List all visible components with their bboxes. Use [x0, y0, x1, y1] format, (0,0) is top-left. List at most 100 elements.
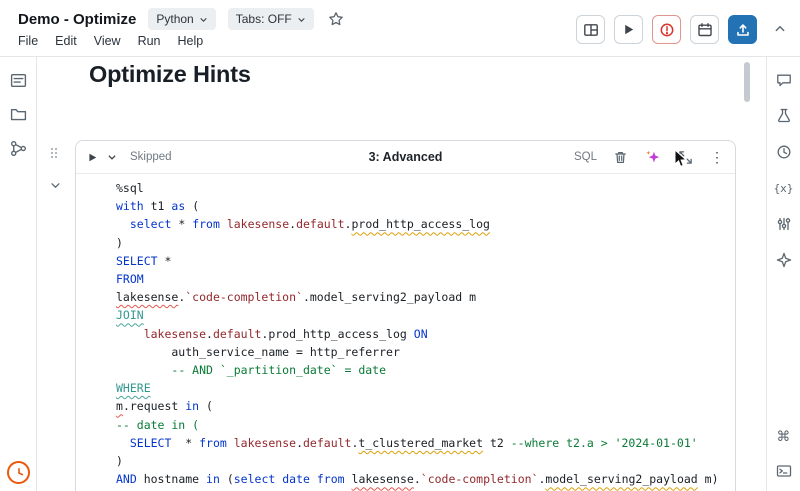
run-all-button[interactable] — [614, 15, 643, 44]
code-line[interactable]: ) — [116, 234, 727, 252]
alert-stop-icon — [659, 22, 675, 38]
menu-file[interactable]: File — [18, 34, 38, 48]
tabs-selector-label: Tabs: OFF — [236, 12, 292, 26]
menu-bar: File Edit View Run Help — [18, 34, 203, 48]
layout-button[interactable] — [576, 15, 605, 44]
menu-help[interactable]: Help — [178, 34, 204, 48]
tabs-selector[interactable]: Tabs: OFF — [228, 8, 314, 30]
title-row: Demo - Optimize Python Tabs: OFF — [18, 8, 346, 30]
code-line[interactable]: -- AND `_partition_date` = date — [116, 361, 727, 379]
sparkle-outline-icon — [776, 252, 792, 268]
cell-drag-handle[interactable] — [51, 148, 59, 160]
sidebar-item-lineage[interactable] — [6, 138, 30, 158]
history-clock-icon — [776, 144, 792, 160]
code-line[interactable]: SELECT * — [116, 252, 727, 270]
vertical-scrollbar[interactable] — [744, 62, 750, 102]
cell-header-left: Skipped — [86, 151, 172, 164]
page-title: Optimize Hints — [89, 61, 766, 88]
code-editor[interactable]: %sqlwith t1 as ( select * from lakesense… — [76, 174, 735, 491]
folder-icon — [10, 106, 27, 123]
code-line[interactable]: lakesense.default.prod_http_access_log O… — [116, 325, 727, 343]
language-selector[interactable]: Python — [148, 8, 215, 30]
terminal-icon — [776, 463, 792, 479]
left-sidebar — [0, 57, 37, 491]
code-line[interactable]: auth_service_name = http_referrer — [116, 343, 727, 361]
calendar-icon — [697, 22, 713, 38]
top-bar: Demo - Optimize Python Tabs: OFF File Ed… — [0, 0, 800, 57]
code-line[interactable]: m.request in ( — [116, 397, 727, 415]
chevron-down-icon — [297, 15, 306, 24]
sidebar-item-toc[interactable] — [6, 70, 30, 90]
code-line[interactable]: select * from lakesense.default.prod_htt… — [116, 215, 727, 233]
sidebar-item-workspace[interactable] — [6, 104, 30, 124]
command-icon: ⌘ — [777, 429, 791, 445]
layout-grid-icon — [583, 22, 599, 38]
cell-language-badge[interactable]: SQL — [574, 151, 597, 163]
chevron-down-icon — [107, 152, 117, 162]
expand-cell-button[interactable] — [677, 149, 694, 166]
sidebar-item-comments[interactable] — [772, 70, 796, 90]
share-button[interactable] — [728, 15, 757, 44]
menu-edit[interactable]: Edit — [55, 34, 77, 48]
collapse-header-button[interactable] — [772, 21, 788, 37]
chevron-up-icon — [774, 23, 786, 35]
delete-cell-button[interactable] — [612, 149, 629, 166]
sidebar-item-shortcuts[interactable]: ⌘ — [772, 427, 796, 447]
expand-icon — [678, 150, 693, 165]
assistant-cell-button[interactable] — [644, 148, 662, 166]
run-cell-button[interactable] — [86, 151, 99, 164]
notebook-app: Demo - Optimize Python Tabs: OFF File Ed… — [0, 0, 800, 491]
notebook-panel-icon — [10, 72, 27, 89]
sidebar-item-environment[interactable] — [772, 214, 796, 234]
code-line[interactable]: %sql — [116, 179, 727, 197]
comment-icon — [776, 72, 792, 88]
notebook-title[interactable]: Demo - Optimize — [18, 11, 136, 28]
trash-icon — [613, 150, 628, 165]
code-line[interactable]: lakesense.`code-completion`.model_servin… — [116, 288, 727, 306]
recording-indicator — [7, 461, 30, 484]
sidebar-item-assistant[interactable] — [772, 250, 796, 270]
sidebar-item-history[interactable] — [772, 142, 796, 162]
right-sidebar: {x} ⌘ — [766, 57, 800, 491]
menu-view[interactable]: View — [94, 34, 121, 48]
share-upload-icon — [735, 22, 751, 38]
code-line[interactable]: AND hostname in (select date from lakese… — [116, 470, 727, 488]
kebab-menu-icon: ⋮ — [710, 150, 724, 164]
cell-container: Skipped 3: Advanced SQL — [75, 140, 736, 491]
toolbar — [576, 15, 757, 44]
cell-run-status: Skipped — [130, 151, 172, 163]
notebook-cell: Skipped 3: Advanced SQL — [75, 140, 736, 491]
code-line[interactable]: ) — [116, 452, 727, 470]
cell-collapse-chevron[interactable] — [48, 178, 63, 193]
star-icon — [328, 11, 344, 27]
play-icon — [87, 152, 98, 163]
sidebar-item-terminal[interactable] — [772, 461, 796, 481]
play-icon — [621, 22, 636, 37]
code-line[interactable]: FROM — [116, 270, 727, 288]
favorite-button[interactable] — [326, 9, 346, 29]
code-line[interactable]: SELECT * from lakesense.default.t_cluste… — [116, 434, 727, 452]
sidebar-item-experiments[interactable] — [772, 106, 796, 126]
variables-icon: {x} — [774, 182, 794, 195]
notebook-canvas: Optimize Hints Skippe — [37, 57, 766, 491]
interrupt-button[interactable] — [652, 15, 681, 44]
sliders-icon — [776, 216, 792, 232]
language-selector-label: Python — [156, 12, 193, 26]
chevron-down-icon — [199, 15, 208, 24]
sidebar-item-variables[interactable]: {x} — [772, 178, 796, 198]
assistant-sparkle-icon — [645, 149, 661, 165]
cell-menu-button[interactable]: ⋮ — [709, 149, 725, 165]
flask-icon — [776, 108, 792, 124]
right-sidebar-bottom: ⌘ — [772, 427, 796, 491]
cell-header-right: SQL ⋮ — [574, 148, 725, 166]
cell-title[interactable]: 3: Advanced — [369, 150, 443, 164]
code-line[interactable]: JOIN — [116, 306, 727, 324]
cell-header: Skipped 3: Advanced SQL — [76, 141, 735, 174]
code-line[interactable]: with t1 as ( — [116, 197, 727, 215]
schedule-button[interactable] — [690, 15, 719, 44]
chevron-down-icon — [50, 180, 61, 191]
menu-run[interactable]: Run — [138, 34, 161, 48]
code-line[interactable]: -- date in ( — [116, 416, 727, 434]
code-line[interactable]: WHERE — [116, 379, 727, 397]
run-options-chevron[interactable] — [106, 151, 118, 163]
